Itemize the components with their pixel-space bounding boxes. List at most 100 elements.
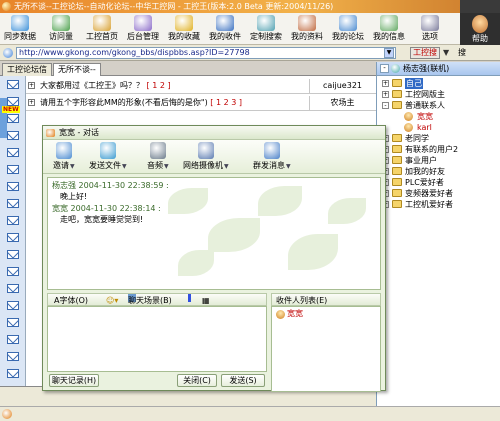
folder-icon	[392, 101, 402, 109]
thread-title[interactable]: 请用五个字形容此MM的形象(不看后悔的是你")	[40, 98, 208, 107]
chat-title: 宽宽 - 对话	[59, 128, 99, 137]
dropdown-arrow-icon[interactable]: ▼	[122, 163, 127, 170]
recipient-item[interactable]: 宽宽	[276, 309, 303, 319]
chat-tool-3[interactable]: 网络摄像机▼	[183, 141, 229, 173]
tree-node-label: 有联系的用户2	[405, 145, 459, 154]
options-icon	[421, 15, 439, 31]
dropdown-arrow-icon[interactable]: ▼	[224, 163, 229, 170]
search-extra-label[interactable]: 搜	[458, 47, 466, 59]
message-header: 宽宽 2004-11-30 22:38:14 :	[52, 204, 161, 213]
toolbar-button-3[interactable]: 后台管理	[125, 14, 161, 44]
tree-node[interactable]: 宽宽	[377, 111, 500, 122]
envelope-icon	[7, 114, 19, 123]
tree-node[interactable]: + 工控网版主	[377, 89, 500, 100]
collapse-icon[interactable]: -	[382, 102, 389, 109]
dropdown-arrow-icon[interactable]: ▼	[286, 163, 291, 170]
status-icon	[2, 409, 12, 419]
table-row[interactable]: + 请用五个字形容此MM的形象(不看后悔的是你") [ 1 2 3 ] 农场主	[26, 96, 376, 111]
folder-icon	[392, 189, 402, 197]
toolbar-button-2[interactable]: 工控首页	[84, 14, 120, 44]
table-row[interactable]: + 大家都用过《工控王》吗？？ [ 1 2 ] caijue321	[26, 79, 376, 94]
tree-node-label: 工控机爱好者	[405, 200, 453, 209]
buddy-panel: - 杨志强(联机) + 自己 + 工控网版主 - 普通联系人宽宽 karl+老同学+有联系的…	[376, 62, 500, 406]
tree-node[interactable]: +事业用户	[377, 155, 500, 166]
toolbar-button-7[interactable]: 我的资料	[289, 14, 325, 44]
message-input[interactable]	[47, 306, 267, 372]
chat-title-bar[interactable]: 宽宽 - 对话	[43, 126, 385, 140]
dropdown-arrow-icon[interactable]: ▼	[70, 163, 75, 170]
envelope-icon	[7, 199, 19, 208]
thread-pages[interactable]: [ 1 2 ]	[147, 81, 171, 90]
tree-node-label: 自己	[405, 78, 423, 89]
collapse-icon[interactable]: -	[380, 64, 389, 73]
expand-icon[interactable]: +	[382, 91, 389, 98]
toolbar-button-0[interactable]: 同步数据	[2, 14, 38, 44]
message-history[interactable]: 杨志强 2004-11-30 22:38:59 : 晚上好! 宽宽 2004-1…	[47, 177, 381, 290]
expand-icon[interactable]: +	[28, 82, 35, 89]
background-leaf	[288, 234, 338, 270]
chat-tool-2[interactable]: 音频▼	[147, 141, 169, 173]
webcam-icon	[197, 142, 214, 159]
envelope-icon	[7, 80, 19, 89]
buddy-tree: + 自己 + 工控网版主 - 普通联系人宽宽 karl+老同学+有联系的用户2+事业用户+加…	[377, 78, 500, 210]
close-button[interactable]: 关闭(C)	[177, 374, 217, 387]
tree-node-label: 工控网版主	[405, 90, 445, 99]
tree-node[interactable]: - 普通联系人	[377, 100, 500, 111]
expand-icon[interactable]: +	[28, 99, 35, 106]
tab-forum-info[interactable]: 工控论坛信	[2, 63, 52, 76]
broadcast-icon	[263, 142, 280, 159]
envelope-icon	[7, 250, 19, 259]
search-button[interactable]: 工控搜	[410, 47, 440, 59]
toolbar-button-10[interactable]: 选项	[412, 14, 448, 44]
address-input[interactable]: http://www.gkong.com/gkong_bbs/dispbbs.a…	[16, 47, 396, 59]
toolbar-button-1[interactable]: 访问量	[43, 14, 79, 44]
tree-node[interactable]: +老同学	[377, 133, 500, 144]
search-dropdown-icon[interactable]: ▼	[443, 48, 449, 57]
side-tab-handle[interactable]	[0, 98, 7, 138]
toolbar-button-label: 后台管理	[127, 32, 159, 41]
tree-node[interactable]: +加我的好友	[377, 166, 500, 177]
person-icon	[404, 112, 413, 121]
send-button[interactable]: 发送(S)	[221, 374, 265, 387]
envelope-icon	[7, 267, 19, 276]
thread-author[interactable]: 农场主	[309, 96, 375, 110]
toolbar-button-label: 工控首页	[86, 32, 118, 41]
tree-node[interactable]: karl	[377, 122, 500, 133]
chat-toolbar: 邀请▼ 发送文件▼ 音频▼ 网络摄像机▼ 群发消息▼	[43, 140, 385, 174]
toolbar-button-4[interactable]: 我的收藏	[166, 14, 202, 44]
tree-node[interactable]: +有联系的用户2	[377, 144, 500, 155]
toolbar-button-9[interactable]: 我的信息	[371, 14, 407, 44]
forum-icon	[339, 15, 357, 31]
envelope-icon	[7, 284, 19, 293]
tree-node[interactable]: +变频器爱好者	[377, 188, 500, 199]
thread-title[interactable]: 大家都用过《工控王》吗？？	[40, 81, 144, 90]
thread-author[interactable]: caijue321	[309, 79, 375, 93]
help-mascot-icon	[472, 15, 488, 33]
toolbar-button-5[interactable]: 我的收件	[207, 14, 243, 44]
buddy-header: - 杨志强(联机)	[377, 62, 500, 76]
chat-tool-1[interactable]: 发送文件▼	[89, 141, 127, 173]
tree-node[interactable]: + 自己	[377, 78, 500, 89]
tree-node[interactable]: +工控机爱好者	[377, 199, 500, 210]
chat-tool-label: 网络摄像机	[183, 161, 223, 170]
dropdown-arrow-icon[interactable]: ▼	[164, 163, 169, 170]
toolbar-button-label: 访问量	[49, 32, 73, 41]
recipient-name: 宽宽	[287, 309, 303, 318]
recipient-list: 宽宽	[271, 306, 381, 392]
envelope-icon	[7, 182, 19, 191]
envelope-icon	[7, 318, 19, 327]
toolbar-button-8[interactable]: 我的论坛	[330, 14, 366, 44]
chat-tool-4[interactable]: 群发消息▼	[253, 141, 291, 173]
chat-history-button[interactable]: 聊天记录(H)	[49, 374, 99, 387]
thread-pages[interactable]: [ 1 2 3 ]	[210, 98, 242, 107]
address-dropdown-icon[interactable]: ▼	[384, 48, 394, 58]
tree-node[interactable]: +PLC爱好者	[377, 177, 500, 188]
tab-anything-goes[interactable]: 无所不谈--	[53, 63, 101, 76]
toolbar-button-6[interactable]: 定制搜索	[248, 14, 284, 44]
chat-tool-0[interactable]: 邀请▼	[53, 141, 75, 173]
toolbar-button-label: 我的论坛	[332, 32, 364, 41]
expand-icon[interactable]: +	[382, 80, 389, 87]
folder-icon	[392, 156, 402, 164]
tree-node-label: 普通联系人	[405, 101, 445, 110]
help-button[interactable]: 帮助	[460, 13, 500, 45]
